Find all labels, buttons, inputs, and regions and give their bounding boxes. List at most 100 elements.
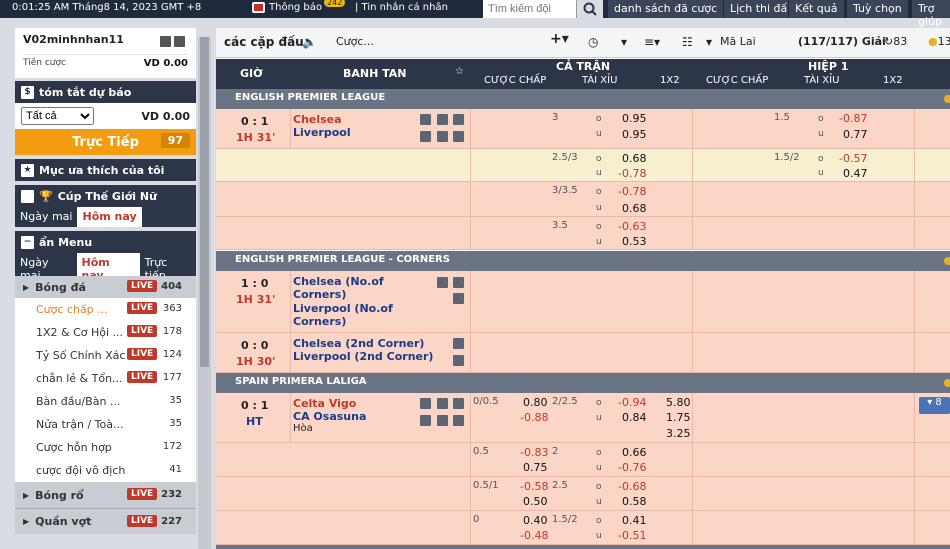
sub-item-1x2[interactable]: 1X2 & Cơ Hội ... LIVE 178 bbox=[15, 321, 196, 344]
handicap-home-odds[interactable]: -0.83 bbox=[520, 446, 548, 459]
live-button[interactable]: Trực Tiếp 97 bbox=[15, 129, 196, 155]
sport-tennis[interactable]: ▶ Quần vợt LIVE 227 bbox=[15, 508, 196, 534]
under-odds[interactable]: -0.78 bbox=[618, 167, 646, 180]
bet-filter-select[interactable]: Tất cả bbox=[21, 107, 94, 125]
bet-type-select[interactable]: Cược... bbox=[336, 35, 374, 48]
refresh-icon[interactable] bbox=[174, 36, 185, 47]
over-odds[interactable]: -0.68 bbox=[618, 480, 646, 493]
sub-item-first-goal[interactable]: Bàn đầu/Bàn ... 35 bbox=[15, 390, 196, 413]
handicap-away-odds[interactable]: -0.88 bbox=[520, 411, 548, 424]
sub-item-correct-score[interactable]: Tỷ Số Chính Xác LIVE 124 bbox=[15, 344, 196, 367]
under-odds[interactable]: 0.84 bbox=[622, 411, 647, 424]
checkbox-icon[interactable] bbox=[21, 189, 34, 203]
menu-header[interactable]: − ẩn Menu bbox=[15, 231, 196, 253]
sub-item-mix-parlay[interactable]: Cược hỗn hợp 172 bbox=[15, 436, 196, 459]
under-odds[interactable]: -0.76 bbox=[618, 461, 646, 474]
calendar-icon[interactable] bbox=[420, 131, 431, 142]
under-odds[interactable]: 0.58 bbox=[622, 495, 647, 508]
under-odds[interactable]: 0.95 bbox=[622, 128, 647, 141]
sort-icon[interactable]: ≡▾ bbox=[644, 35, 660, 49]
sub-item-outright[interactable]: cược đội vô địch 41 bbox=[15, 459, 196, 482]
odds-2[interactable]: 1.75 bbox=[666, 411, 691, 424]
calculator-icon[interactable] bbox=[453, 131, 464, 142]
sub-item-half-full[interactable]: Nửa trận / Toà... 35 bbox=[15, 413, 196, 436]
sub-item-odd-even[interactable]: chẵn lẻ & Tổn... LIVE 177 bbox=[15, 367, 196, 390]
dollar-icon[interactable] bbox=[437, 415, 448, 426]
over-odds[interactable]: 0.66 bbox=[622, 446, 647, 459]
notice-link[interactable]: Thông báo 242 bbox=[252, 0, 346, 13]
menu-tab-tomorrow[interactable]: Ngày mai bbox=[15, 253, 77, 282]
over-odds[interactable]: 0.68 bbox=[622, 152, 647, 165]
star-icon[interactable] bbox=[453, 398, 464, 409]
clock-icon[interactable]: ◷ bbox=[588, 35, 598, 49]
dropdown-icon[interactable]: ▾ bbox=[621, 35, 627, 49]
league-header[interactable]: ENGLISH PREMIER LEAGUE - CORNERS bbox=[216, 251, 950, 271]
messages-link[interactable]: | Tin nhắn cá nhân bbox=[355, 2, 448, 13]
speaker-icon[interactable]: 🔈 bbox=[302, 35, 317, 49]
odds-1[interactable]: 5.80 bbox=[666, 396, 691, 409]
odds-draw[interactable]: 3.25 bbox=[666, 427, 691, 440]
calculator-icon[interactable] bbox=[453, 415, 464, 426]
handicap-away-odds[interactable]: 0.50 bbox=[523, 495, 548, 508]
sub-item-handicap[interactable]: Cược chấp ... LIVE 363 bbox=[15, 298, 196, 321]
nav-bet-list[interactable]: danh sách đã cược bbox=[607, 0, 724, 18]
handicap-home-odds[interactable]: -0.58 bbox=[520, 480, 548, 493]
more-markets-button[interactable]: ▾ 8 bbox=[919, 397, 950, 414]
handicap-away-odds[interactable]: 0.75 bbox=[523, 461, 548, 474]
womens-cup-header[interactable]: 🏆 Cúp Thế Giới Nữ bbox=[15, 185, 196, 207]
search-button[interactable] bbox=[576, 0, 603, 18]
league-header[interactable]: SPAIN PRIMERA LALIGA bbox=[216, 373, 950, 393]
over-odds[interactable]: 0.95 bbox=[622, 112, 647, 125]
h1-under-odds[interactable]: 0.77 bbox=[843, 128, 868, 141]
tv-icon[interactable] bbox=[420, 398, 431, 409]
over-odds[interactable]: -0.94 bbox=[618, 396, 646, 409]
under-odds[interactable]: 0.68 bbox=[622, 202, 647, 215]
dropdown-icon[interactable]: ▾ bbox=[706, 35, 712, 49]
h1-over-odds[interactable]: -0.87 bbox=[839, 112, 867, 125]
h1-over-odds[interactable]: -0.57 bbox=[839, 152, 867, 165]
over-odds[interactable]: 0.41 bbox=[622, 514, 647, 527]
favorites-header[interactable]: ★ Mục ưa thích của tôi bbox=[15, 159, 196, 181]
star-icon[interactable] bbox=[453, 338, 464, 349]
tab-tomorrow[interactable]: Ngày mai bbox=[15, 207, 77, 227]
over-odds[interactable]: -0.78 bbox=[618, 185, 646, 198]
handicap-home-odds[interactable]: 0.80 bbox=[523, 396, 548, 409]
odds-type-select[interactable]: Mã Lai bbox=[720, 35, 756, 48]
nav-results[interactable]: Kết quả bbox=[788, 0, 844, 18]
search-input[interactable] bbox=[483, 0, 576, 18]
nav-options[interactable]: Tuỳ chọn bbox=[846, 0, 908, 18]
sport-football[interactable]: ▶ Bóng đá LIVE 404 bbox=[15, 276, 196, 298]
h1-under-odds[interactable]: 0.47 bbox=[843, 167, 868, 180]
view-icon[interactable]: ☷ bbox=[682, 35, 693, 49]
refresh-icon[interactable]: ↻ bbox=[884, 35, 893, 48]
star-icon[interactable] bbox=[453, 114, 464, 125]
sport-basketball[interactable]: ▶ Bóng rổ LIVE 232 bbox=[15, 482, 196, 508]
tv-icon[interactable] bbox=[437, 277, 448, 288]
dollar-icon[interactable] bbox=[437, 131, 448, 142]
sidebar-scrollbar[interactable] bbox=[198, 37, 211, 549]
stats-icon[interactable] bbox=[437, 114, 448, 125]
scrollbar-thumb[interactable] bbox=[200, 37, 209, 367]
bet-summary-header[interactable]: $ tóm tắt dự báo bbox=[15, 81, 196, 103]
tv-icon[interactable] bbox=[420, 114, 431, 125]
under-odds[interactable]: 0.53 bbox=[622, 235, 647, 248]
dollar-icon[interactable] bbox=[453, 355, 464, 366]
dollar-icon[interactable] bbox=[453, 293, 464, 304]
over-odds[interactable]: -0.63 bbox=[618, 220, 646, 233]
menu-tab-today[interactable]: Hôm nay bbox=[76, 253, 140, 282]
league-filter[interactable]: (117/117) Giải bbox=[798, 35, 886, 48]
nav-help[interactable]: Trợ giúp bbox=[911, 0, 950, 28]
tab-today[interactable]: Hôm nay bbox=[77, 207, 142, 227]
calendar-icon[interactable] bbox=[420, 415, 431, 426]
under-odds[interactable]: -0.51 bbox=[618, 529, 646, 542]
fav-star-icon[interactable]: ☆ bbox=[455, 66, 464, 77]
handicap-home-odds[interactable]: 0.40 bbox=[523, 514, 548, 527]
handicap-away-odds[interactable]: -0.48 bbox=[520, 529, 548, 542]
match-score: 0 : 1 bbox=[241, 399, 269, 412]
mail-icon[interactable] bbox=[160, 36, 171, 47]
star-icon[interactable] bbox=[453, 277, 464, 288]
stats-icon[interactable] bbox=[437, 398, 448, 409]
league-header[interactable]: ENGLISH PREMIER LEAGUE bbox=[216, 89, 950, 109]
menu-tab-live[interactable]: Trực tiếp bbox=[140, 253, 196, 282]
add-icon[interactable]: +▾ bbox=[550, 31, 569, 47]
